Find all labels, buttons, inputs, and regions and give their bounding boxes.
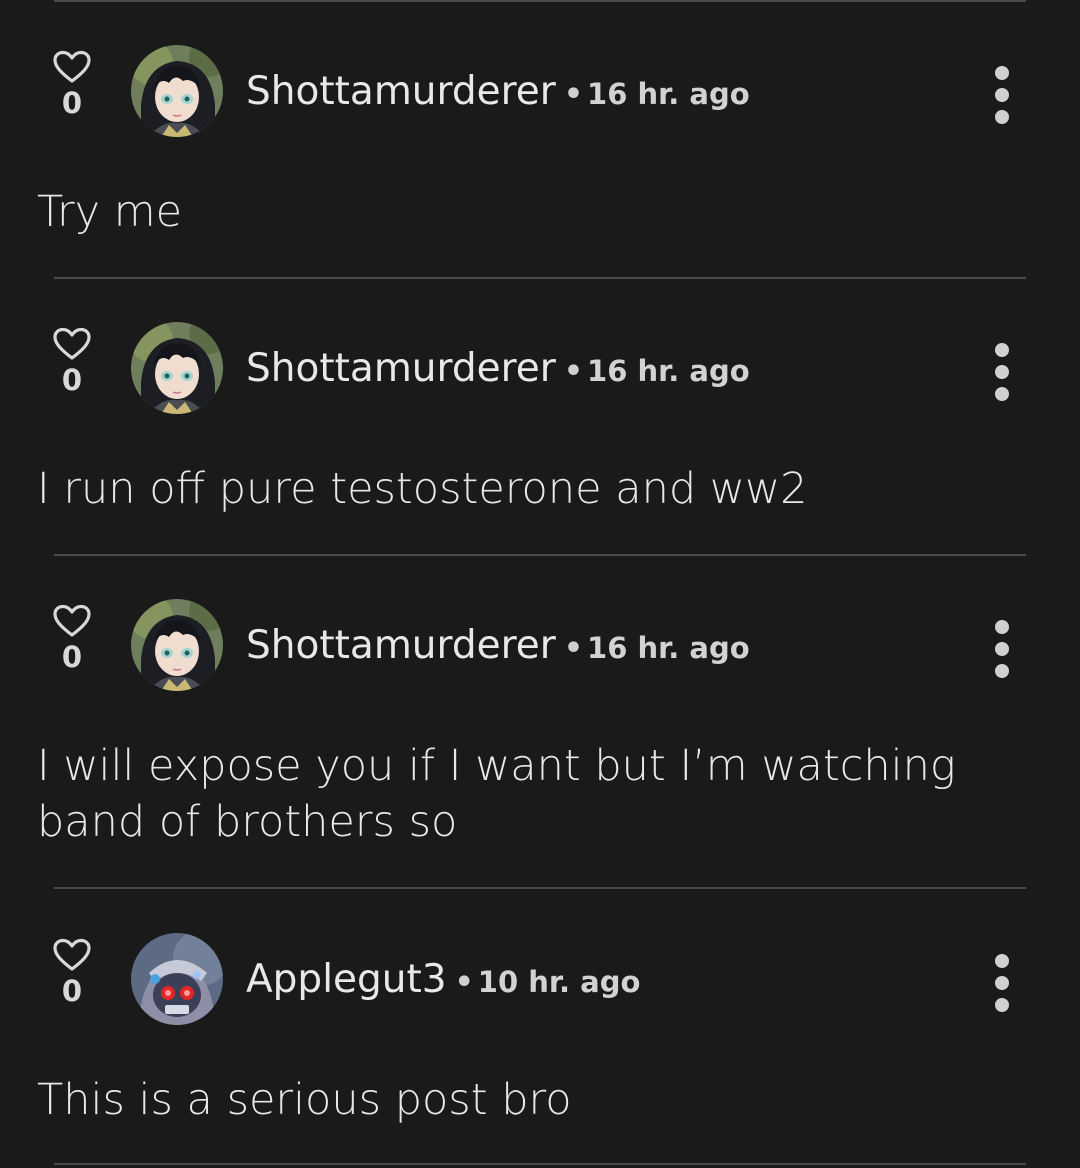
avatar[interactable] bbox=[131, 599, 223, 691]
username[interactable]: Applegut3 bbox=[246, 957, 447, 1002]
divider bbox=[54, 554, 1026, 556]
comment-meta: Shottamurderer • 16 hr. ago bbox=[246, 616, 750, 683]
separator: • bbox=[563, 77, 584, 112]
username[interactable]: Shottamurderer bbox=[246, 346, 556, 391]
comment-meta: Shottamurderer • 16 hr. ago bbox=[246, 62, 750, 129]
anime-character-avatar bbox=[131, 45, 223, 137]
comment-text: I will expose you if I want but I’m watc… bbox=[37, 741, 956, 847]
username[interactable]: Shottamurderer bbox=[246, 623, 556, 668]
timestamp: 16 hr. ago bbox=[587, 354, 750, 388]
heart-icon[interactable] bbox=[52, 327, 92, 361]
comment-meta: Shottamurderer • 16 hr. ago bbox=[246, 339, 750, 406]
separator: • bbox=[563, 631, 584, 666]
comment-feed: 0 Shottamurderer • 16 hr. ago Try me 0 Sho… bbox=[0, 0, 1080, 1168]
more-options-icon[interactable] bbox=[988, 618, 1016, 678]
hooded-red-eyes-avatar bbox=[131, 933, 223, 1025]
separator: • bbox=[563, 354, 584, 389]
avatar[interactable] bbox=[131, 45, 223, 137]
comment-text: Try me bbox=[37, 187, 183, 237]
divider bbox=[54, 1163, 1026, 1165]
like-control: 0 bbox=[50, 327, 94, 397]
heart-icon[interactable] bbox=[52, 938, 92, 972]
divider bbox=[54, 277, 1026, 279]
like-control: 0 bbox=[50, 604, 94, 674]
separator: • bbox=[454, 965, 474, 1000]
heart-icon[interactable] bbox=[52, 50, 92, 84]
divider bbox=[54, 887, 1026, 889]
avatar[interactable] bbox=[131, 322, 223, 414]
anime-character-avatar bbox=[131, 599, 223, 691]
like-control: 0 bbox=[50, 50, 94, 120]
like-count: 0 bbox=[61, 974, 83, 1008]
comment-text: This is a serious post bro bbox=[37, 1075, 572, 1125]
avatar[interactable] bbox=[131, 933, 223, 1025]
timestamp: 16 hr. ago bbox=[587, 77, 750, 111]
like-control: 0 bbox=[50, 938, 94, 1008]
timestamp: 10 hr. ago bbox=[477, 965, 641, 999]
more-options-icon[interactable] bbox=[988, 64, 1016, 124]
divider bbox=[54, 0, 1026, 2]
comment-text: I run off pure testosterone and ww2 bbox=[37, 464, 808, 514]
like-count: 0 bbox=[61, 86, 83, 120]
like-count: 0 bbox=[61, 363, 83, 397]
comment-meta: Applegut3 • 10 hr. ago bbox=[246, 950, 640, 1017]
like-count: 0 bbox=[61, 640, 83, 674]
heart-icon[interactable] bbox=[52, 604, 92, 638]
anime-character-avatar bbox=[131, 322, 223, 414]
more-options-icon[interactable] bbox=[988, 952, 1016, 1012]
username[interactable]: Shottamurderer bbox=[246, 69, 556, 114]
more-options-icon[interactable] bbox=[988, 341, 1016, 401]
timestamp: 16 hr. ago bbox=[587, 631, 750, 665]
